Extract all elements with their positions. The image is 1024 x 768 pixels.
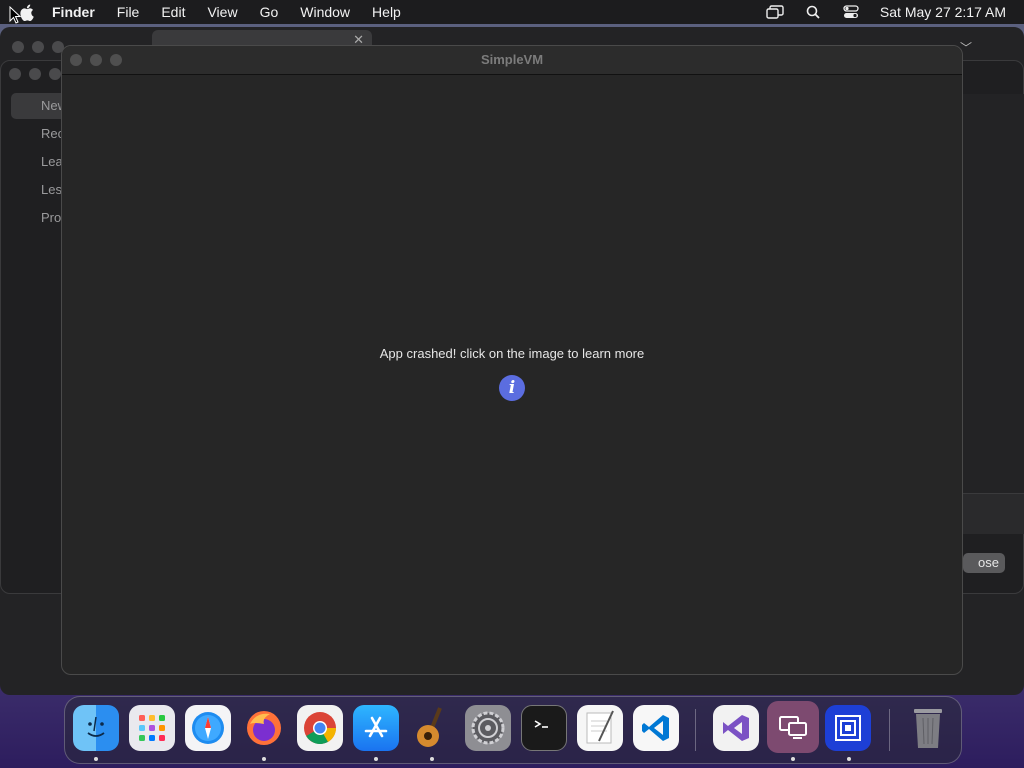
sidebar-item-lessons[interactable]: Les xyxy=(41,182,62,197)
crash-message: App crashed! click on the image to learn… xyxy=(379,346,645,361)
menu-view[interactable]: View xyxy=(207,4,237,20)
window-close-dot-icon[interactable] xyxy=(9,68,21,80)
window-titlebar: SimpleVM xyxy=(62,46,962,75)
dock-app-store-icon[interactable] xyxy=(353,705,399,751)
dock-garageband-icon[interactable] xyxy=(409,705,455,751)
screen-mirroring-icon[interactable] xyxy=(766,5,784,19)
control-center-icon[interactable] xyxy=(842,5,860,19)
dock-firefox-icon[interactable] xyxy=(241,705,287,751)
dock-remote-desktop-icon[interactable] xyxy=(825,705,871,751)
dock-textedit-icon[interactable] xyxy=(577,705,623,751)
menu-help[interactable]: Help xyxy=(372,4,401,20)
info-icon[interactable]: i xyxy=(499,375,525,401)
dock-vscode-icon[interactable] xyxy=(633,705,679,751)
simplevm-window: SimpleVM App crashed! click on the image… xyxy=(61,45,963,675)
close-button[interactable]: ose xyxy=(963,553,1005,573)
dock-finder-icon[interactable] xyxy=(73,705,119,751)
dock-trash-icon[interactable] xyxy=(905,705,951,751)
info-icon-glyph: i xyxy=(508,377,516,398)
window-minimize-dot-icon[interactable] xyxy=(32,41,44,53)
dock-safari-icon[interactable] xyxy=(185,705,231,751)
content-panel xyxy=(963,94,1024,494)
menu-edit[interactable]: Edit xyxy=(161,4,185,20)
dock-screen-sharing-icon[interactable] xyxy=(767,701,819,753)
running-indicator xyxy=(430,757,434,761)
running-indicator xyxy=(374,757,378,761)
running-indicator xyxy=(847,757,851,761)
running-indicator xyxy=(262,757,266,761)
dock-chrome-icon[interactable] xyxy=(297,705,343,751)
window-zoom-dot-icon[interactable] xyxy=(49,68,61,80)
window-title: SimpleVM xyxy=(480,52,544,67)
footer-strip xyxy=(963,493,1024,534)
dock-launchpad-icon[interactable] xyxy=(129,705,175,751)
menu-go[interactable]: Go xyxy=(260,4,279,20)
window-minimize-dot-icon[interactable] xyxy=(29,68,41,80)
dock-separator xyxy=(889,709,890,751)
dock xyxy=(64,696,962,764)
menu-file[interactable]: File xyxy=(117,4,140,20)
menu-bar: Finder File Edit View Go Window Help Sat… xyxy=(0,0,1024,24)
spotlight-search-icon[interactable] xyxy=(804,5,822,19)
sidebar-item-learn[interactable]: Lea xyxy=(41,154,63,169)
menu-app-name[interactable]: Finder xyxy=(52,4,95,20)
menu-window[interactable]: Window xyxy=(300,4,350,20)
mouse-cursor-icon xyxy=(9,6,21,24)
dock-system-preferences-icon[interactable] xyxy=(465,705,511,751)
dock-separator xyxy=(695,709,696,751)
dock-visual-studio-icon[interactable] xyxy=(713,705,759,751)
dock-terminal-icon[interactable] xyxy=(521,705,567,751)
sidebar-item-projects[interactable]: Pro xyxy=(41,210,61,225)
running-indicator xyxy=(94,757,98,761)
running-indicator xyxy=(791,757,795,761)
menu-clock[interactable]: Sat May 27 2:17 AM xyxy=(880,4,1006,20)
window-close-dot-icon[interactable] xyxy=(12,41,24,53)
